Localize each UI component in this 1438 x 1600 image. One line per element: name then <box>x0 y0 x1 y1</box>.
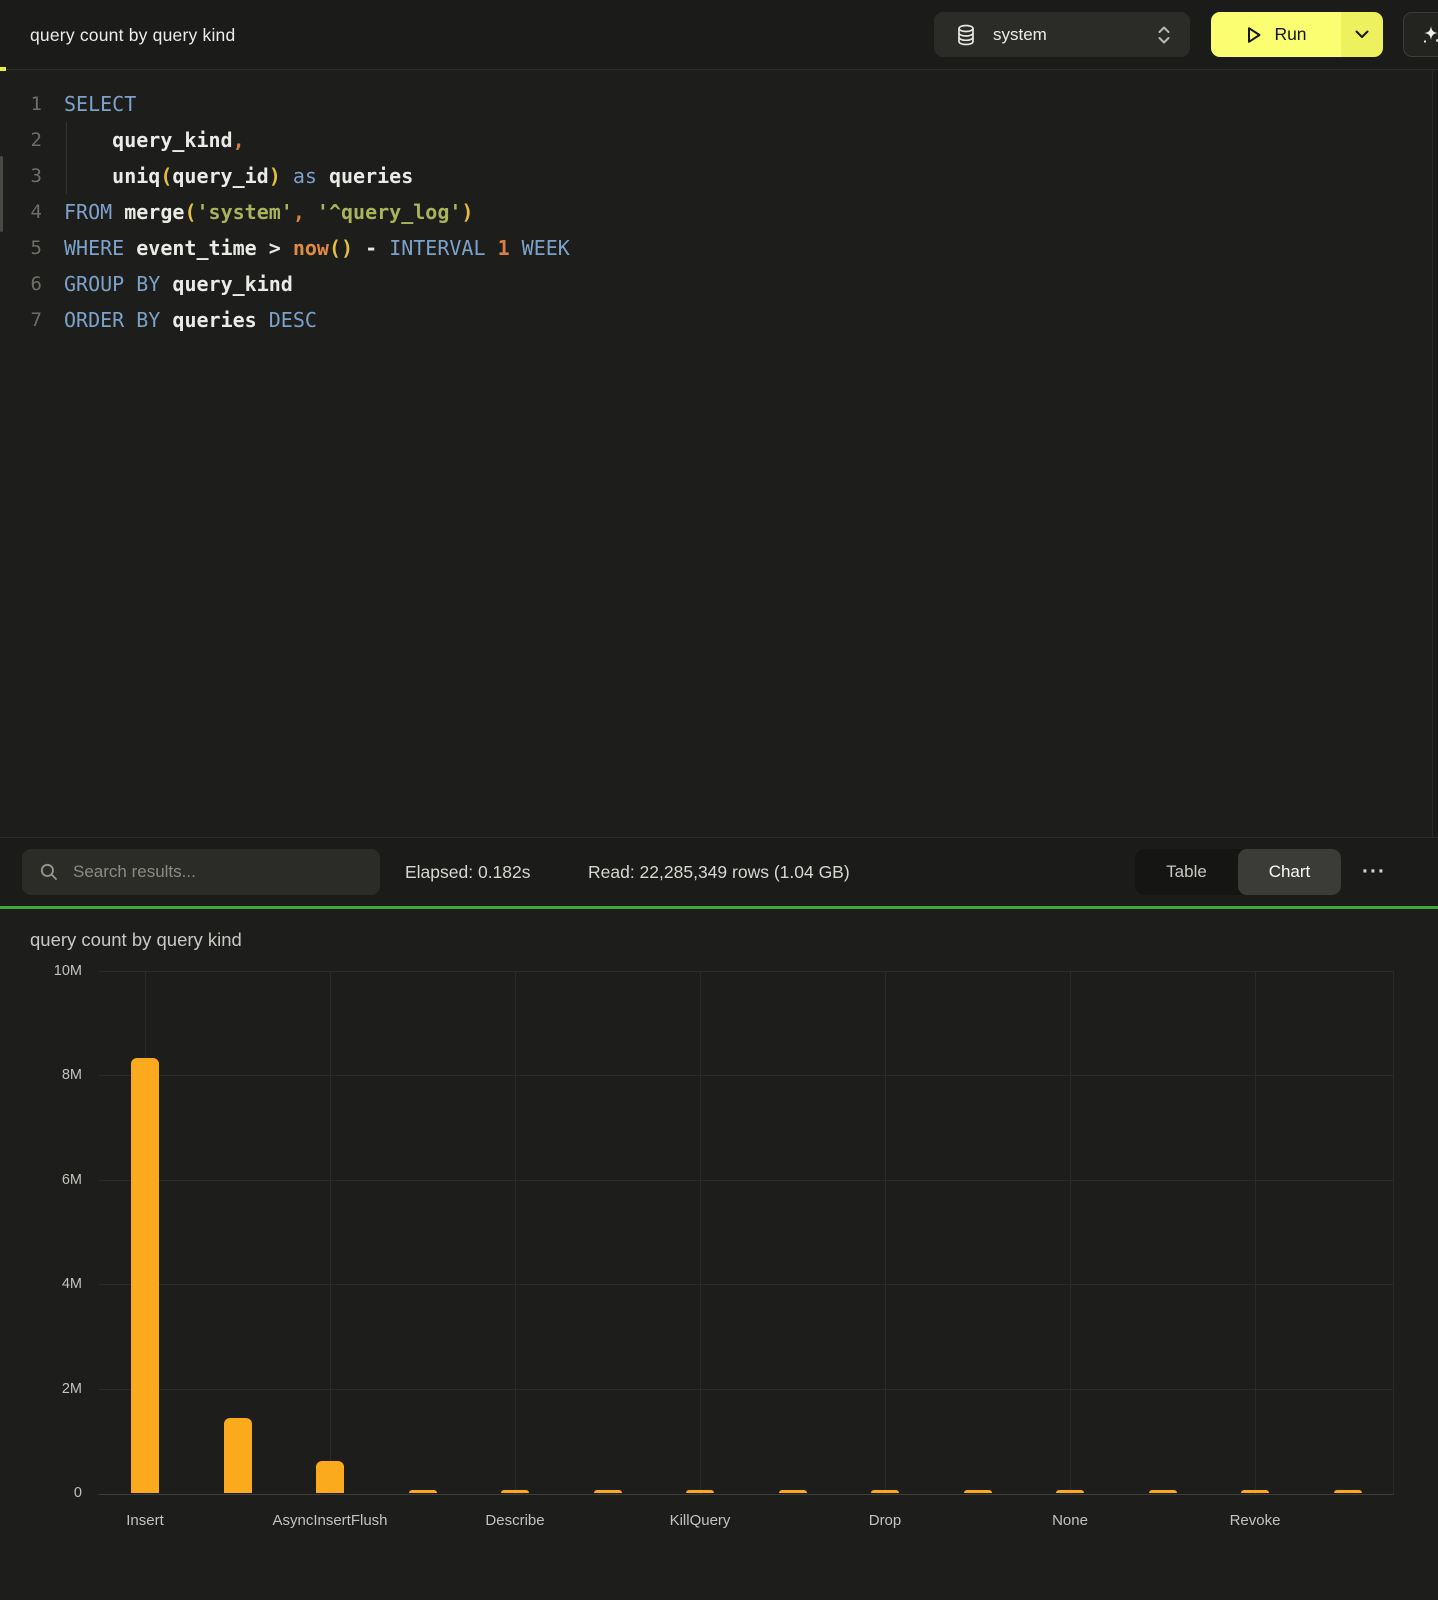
code-text: GROUP BY query_kind <box>64 266 293 302</box>
editor-line[interactable]: 7 ORDER BY queries DESC <box>0 302 1420 338</box>
search-results-box[interactable] <box>22 849 380 895</box>
sql-editor[interactable]: 1SELECT2 query_kind,3 uniq(query_id) as … <box>0 71 1438 837</box>
view-toggle: Table Chart <box>1135 849 1341 895</box>
play-icon <box>1245 25 1263 45</box>
y-gridline <box>99 971 1394 972</box>
code-text: uniq(query_id) as queries <box>64 158 413 194</box>
editor-line[interactable]: 5 WHERE event_time > now() - INTERVAL 1 W… <box>0 230 1420 266</box>
bar-Drop[interactable] <box>871 1490 899 1493</box>
search-icon <box>39 862 59 882</box>
line-number: 4 <box>0 194 42 230</box>
line-number: 6 <box>0 266 42 302</box>
run-button-label: Run <box>1274 24 1306 45</box>
bar-series-12[interactable] <box>1149 1490 1177 1493</box>
bar-chart: 02M4M6M8M10MInsertAsyncInsertFlushDescri… <box>99 972 1394 1494</box>
editor-line[interactable]: 2 query_kind, <box>0 122 1420 158</box>
elapsed-stat: Elapsed: 0.182s <box>405 838 531 907</box>
database-selector-value: system <box>993 25 1156 45</box>
chart-panel: query count by query kind 02M4M6M8M10MIn… <box>0 909 1438 1600</box>
bar-series-10[interactable] <box>964 1490 992 1493</box>
bar-None[interactable] <box>1056 1490 1084 1493</box>
code-text: query_kind, <box>64 122 245 158</box>
bar-KillQuery[interactable] <box>686 1490 714 1493</box>
database-icon <box>956 24 976 46</box>
x-axis-tick-label: Drop <box>805 1512 965 1529</box>
x-gridline <box>330 972 331 1494</box>
more-options-button[interactable]: ··· <box>1352 849 1396 895</box>
plot-right-edge-line <box>1393 972 1394 1494</box>
bar-series-14[interactable] <box>1334 1490 1362 1493</box>
bar-Insert[interactable] <box>131 1058 159 1493</box>
x-gridline <box>1070 972 1071 1494</box>
top-bar: query count by query kind system <box>0 0 1438 70</box>
chart-title: query count by query kind <box>30 929 242 951</box>
bar-series-8[interactable] <box>779 1490 807 1493</box>
editor-line[interactable]: 6 GROUP BY query_kind <box>0 266 1420 302</box>
editor-line[interactable]: 4 FROM merge('system', '^query_log') <box>0 194 1420 230</box>
y-gridline <box>99 1284 1394 1285</box>
y-axis-tick-label: 6M <box>12 1172 82 1188</box>
x-axis-tick-label: None <box>990 1512 1150 1529</box>
y-axis-tick-label: 0 <box>12 1485 82 1501</box>
y-axis-tick-label: 2M <box>12 1381 82 1397</box>
x-axis-tick-label: Revoke <box>1175 1512 1335 1529</box>
search-results-input[interactable] <box>73 862 366 882</box>
code-text: WHERE event_time > now() - INTERVAL 1 WE… <box>64 230 570 266</box>
line-number: 7 <box>0 302 42 338</box>
line-number: 1 <box>0 86 42 122</box>
results-toolbar: Elapsed: 0.182s Read: 22,285,349 rows (1… <box>0 837 1438 906</box>
editor-line[interactable]: 3 uniq(query_id) as queries <box>0 158 1420 194</box>
y-gridline <box>99 1389 1394 1390</box>
bar-AsyncInsertFlush[interactable] <box>316 1461 344 1493</box>
bar-series-6[interactable] <box>594 1490 622 1493</box>
editor-gutter-right <box>1432 71 1438 837</box>
y-gridline <box>99 1180 1394 1181</box>
x-axis-line <box>99 1494 1394 1495</box>
y-gridline <box>99 1075 1394 1076</box>
line-number: 5 <box>0 230 42 266</box>
editor-line[interactable]: 1 SELECT <box>0 86 1420 122</box>
bar-series-2[interactable] <box>224 1418 252 1493</box>
read-stat: Read: 22,285,349 rows (1.04 GB) <box>588 838 850 907</box>
y-axis-tick-label: 8M <box>12 1067 82 1083</box>
editor-scrollbar-thumb[interactable] <box>0 156 3 232</box>
x-axis-tick-label: KillQuery <box>620 1512 780 1529</box>
code-text: ORDER BY queries DESC <box>64 302 317 338</box>
x-axis-tick-label: Insert <box>65 1512 225 1529</box>
tab-table[interactable]: Table <box>1135 849 1238 895</box>
line-number: 2 <box>0 122 42 158</box>
sparkle-icon <box>1418 22 1438 48</box>
y-axis-tick-label: 10M <box>12 963 82 979</box>
run-button-group: Run <box>1211 12 1383 57</box>
code-text: FROM merge('system', '^query_log') <box>64 194 473 230</box>
x-gridline <box>515 972 516 1494</box>
x-axis-tick-label: AsyncInsertFlush <box>250 1512 410 1529</box>
run-button[interactable]: Run <box>1211 12 1341 57</box>
assist-button[interactable] <box>1403 12 1438 57</box>
chevron-up-down-icon <box>1156 23 1172 47</box>
sql-editor-lines: 1SELECT2 query_kind,3 uniq(query_id) as … <box>0 86 1420 338</box>
query-tab-title: query count by query kind <box>30 0 235 70</box>
code-text: SELECT <box>64 86 136 122</box>
bar-series-4[interactable] <box>409 1490 437 1493</box>
x-axis-tick-label: Describe <box>435 1512 595 1529</box>
chevron-down-icon <box>1355 30 1369 39</box>
x-gridline <box>1255 972 1256 1494</box>
run-options-button[interactable] <box>1341 12 1383 57</box>
database-selector[interactable]: system <box>934 12 1190 57</box>
indent-guide <box>66 122 67 194</box>
x-gridline <box>700 972 701 1494</box>
x-gridline <box>885 972 886 1494</box>
bar-Describe[interactable] <box>501 1490 529 1493</box>
y-axis-tick-label: 4M <box>12 1276 82 1292</box>
bar-Revoke[interactable] <box>1241 1490 1269 1493</box>
tab-chart[interactable]: Chart <box>1238 849 1341 895</box>
sql-console-window: query count by query kind system <box>0 0 1438 1600</box>
line-number: 3 <box>0 158 42 194</box>
